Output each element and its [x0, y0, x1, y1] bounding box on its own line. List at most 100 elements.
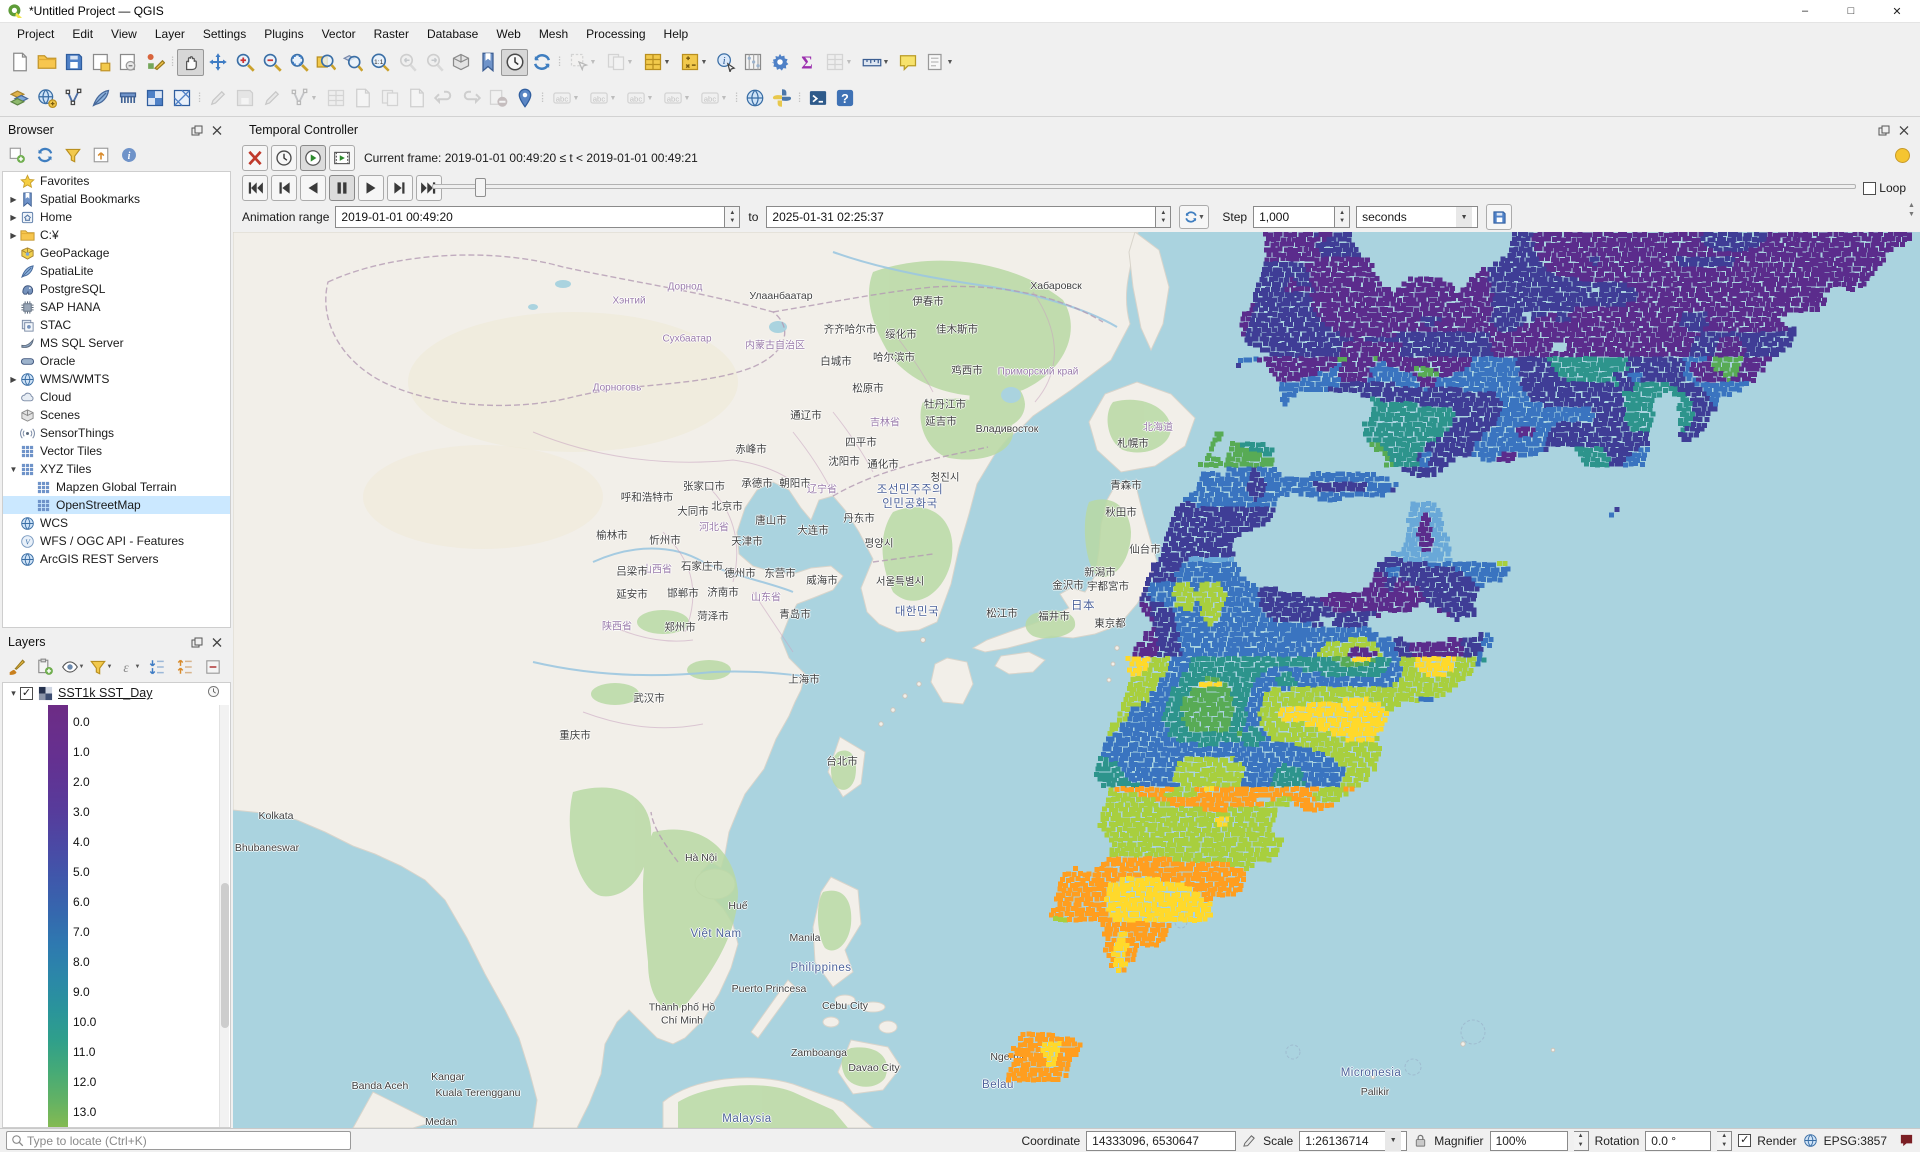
refresh-browser-button[interactable] — [32, 143, 57, 167]
browser-item-ms-sql-server[interactable]: MS SQL Server — [3, 334, 230, 352]
remove-layer-button[interactable] — [200, 655, 225, 679]
zoom-to-layer-button[interactable] — [339, 49, 366, 76]
locator-box[interactable] — [6, 1131, 351, 1150]
add-group-button[interactable] — [32, 655, 57, 679]
add-mesh-layer-button[interactable] — [168, 85, 195, 112]
dropdown-arrow-icon[interactable]: ▼ — [701, 59, 708, 66]
new-3d-map-view-button[interactable] — [447, 49, 474, 76]
loop-checkbox[interactable] — [1863, 182, 1876, 195]
save-project-button[interactable] — [60, 49, 87, 76]
layer-name[interactable]: SST1k SST_Day — [58, 686, 152, 700]
filter-by-expression-button[interactable]: ▼ — [116, 655, 141, 679]
browser-item-arcgis-rest-servers[interactable]: ArcGIS REST Servers — [3, 550, 230, 568]
browser-item-openstreetmap[interactable]: OpenStreetMap — [3, 496, 230, 514]
delete-selected-button[interactable] — [322, 85, 349, 112]
map-tips-button[interactable] — [894, 49, 921, 76]
dropdown-arrow-icon[interactable]: ▼ — [610, 95, 617, 102]
help-contents-button[interactable] — [831, 85, 858, 112]
range-end-input[interactable]: 2025-01-31 02:25:37 — [766, 206, 1156, 228]
dropdown-arrow-icon[interactable]: ▼ — [590, 59, 597, 66]
tree-expander-icon[interactable]: ▶ — [7, 231, 20, 240]
collapse-all-button[interactable] — [88, 143, 113, 167]
temporal-navigation-off-button[interactable] — [242, 145, 268, 171]
undo-button[interactable] — [430, 85, 457, 112]
browser-item-sensorthings[interactable]: SensorThings — [3, 424, 230, 442]
browser-item-home[interactable]: ▶Home — [3, 208, 230, 226]
processing-toolbox-button[interactable] — [766, 49, 793, 76]
layer-row[interactable]: ▾ ✓ SST1k SST_Day — [3, 683, 230, 703]
tree-expander-icon[interactable]: ▶ — [7, 375, 20, 384]
browser-item-wcs[interactable]: WCS — [3, 514, 230, 532]
menu-edit[interactable]: Edit — [63, 25, 102, 43]
open-attribute-table-selected-button[interactable]: ▼ — [638, 49, 675, 76]
crs-globe-icon[interactable] — [1803, 1133, 1818, 1148]
layer-checkbox[interactable]: ✓ — [20, 687, 33, 700]
show-statistics-button[interactable] — [793, 49, 820, 76]
temporal-float-icon[interactable] — [1875, 123, 1892, 138]
menu-vector[interactable]: Vector — [313, 25, 365, 43]
animated-navigation-button[interactable] — [300, 145, 326, 171]
identify-features-button[interactable] — [712, 49, 739, 76]
range-start-input[interactable]: 2019-01-01 00:49:20 — [335, 206, 725, 228]
temporal-close-icon[interactable] — [1895, 123, 1912, 138]
dropdown-arrow-icon[interactable]: ▼ — [627, 59, 634, 66]
browser-item-postgresql[interactable]: PostgreSQL — [3, 280, 230, 298]
filter-browser-button[interactable] — [60, 143, 85, 167]
play-forward-button[interactable] — [358, 175, 384, 201]
browser-close-icon[interactable] — [208, 123, 225, 138]
open-project-button[interactable] — [33, 49, 60, 76]
add-raster-layer-button[interactable] — [141, 85, 168, 112]
movie-navigation-button[interactable] — [329, 145, 355, 171]
collapse-all-layers-button[interactable] — [172, 655, 197, 679]
vertex-tool-button[interactable]: ▼ — [285, 85, 322, 112]
select-features-button[interactable]: ▼ — [564, 49, 601, 76]
dropdown-arrow-icon[interactable]: ▼ — [846, 59, 853, 66]
browser-item-oracle[interactable]: Oracle — [3, 352, 230, 370]
layers-scrollbar[interactable] — [219, 705, 229, 1127]
pan-map-to-selection-button[interactable] — [204, 49, 231, 76]
step-units-combo[interactable]: seconds▼ — [1356, 206, 1478, 228]
map-canvas[interactable]: ХабаровскПриморский крайВладивостокУлаан… — [233, 232, 1920, 1128]
dropdown-arrow-icon[interactable]: ▼ — [664, 59, 671, 66]
add-selected-layers-button[interactable] — [4, 143, 29, 167]
browser-item-cloud[interactable]: Cloud — [3, 388, 230, 406]
step-spinner[interactable]: ▲▼ — [1335, 206, 1350, 228]
temporal-controller-panel-button[interactable] — [501, 49, 528, 76]
expand-all-layers-button[interactable] — [144, 655, 169, 679]
browser-item-favorites[interactable]: Favorites — [3, 172, 230, 190]
rewind-to-start-button[interactable] — [242, 175, 268, 201]
browser-item-sap-hana[interactable]: SAP HANA — [3, 298, 230, 316]
menu-view[interactable]: View — [102, 25, 146, 43]
lock-scale-icon[interactable] — [1413, 1133, 1428, 1148]
layers-float-icon[interactable] — [188, 635, 205, 650]
menu-settings[interactable]: Settings — [194, 25, 255, 43]
panel-scroll-down-icon[interactable]: ▼ — [1905, 211, 1918, 218]
dropdown-arrow-icon[interactable]: ▼ — [883, 59, 890, 66]
menu-raster[interactable]: Raster — [365, 25, 418, 43]
zoom-to-selection-button[interactable] — [312, 49, 339, 76]
zoom-native-button[interactable] — [366, 49, 393, 76]
highlight-pinned-labels-button[interactable]: ▼ — [695, 85, 732, 112]
dropdown-arrow-icon[interactable]: ▼ — [684, 95, 691, 102]
add-wms-layer-button[interactable] — [33, 85, 60, 112]
osm-place-search-button[interactable] — [804, 85, 831, 112]
animation-slider-handle[interactable] — [475, 178, 486, 197]
menu-database[interactable]: Database — [418, 25, 487, 43]
magnifier-value[interactable]: 100% — [1490, 1131, 1568, 1151]
new-annotation-marker-button[interactable] — [511, 85, 538, 112]
properties-widget-button[interactable] — [116, 143, 141, 167]
close-button[interactable]: ✕ — [1874, 0, 1920, 22]
browser-item-c[interactable]: ▶C:¥ — [3, 226, 230, 244]
browser-item-spatialite[interactable]: SpatiaLite — [3, 262, 230, 280]
open-layer-styling-button[interactable] — [4, 655, 29, 679]
metasearch-button[interactable] — [741, 85, 768, 112]
tree-expander-icon[interactable]: ▼ — [7, 465, 20, 474]
pan-map-button[interactable] — [177, 49, 204, 76]
show-layout-manager-button[interactable] — [114, 49, 141, 76]
save-layer-edits-button[interactable] — [231, 85, 258, 112]
layer-labeling-button[interactable]: ▼ — [547, 85, 584, 112]
manage-map-themes-button[interactable]: ▼ — [60, 655, 85, 679]
zoom-last-button[interactable] — [393, 49, 420, 76]
previous-frame-button[interactable] — [271, 175, 297, 201]
paste-features-button[interactable] — [403, 85, 430, 112]
